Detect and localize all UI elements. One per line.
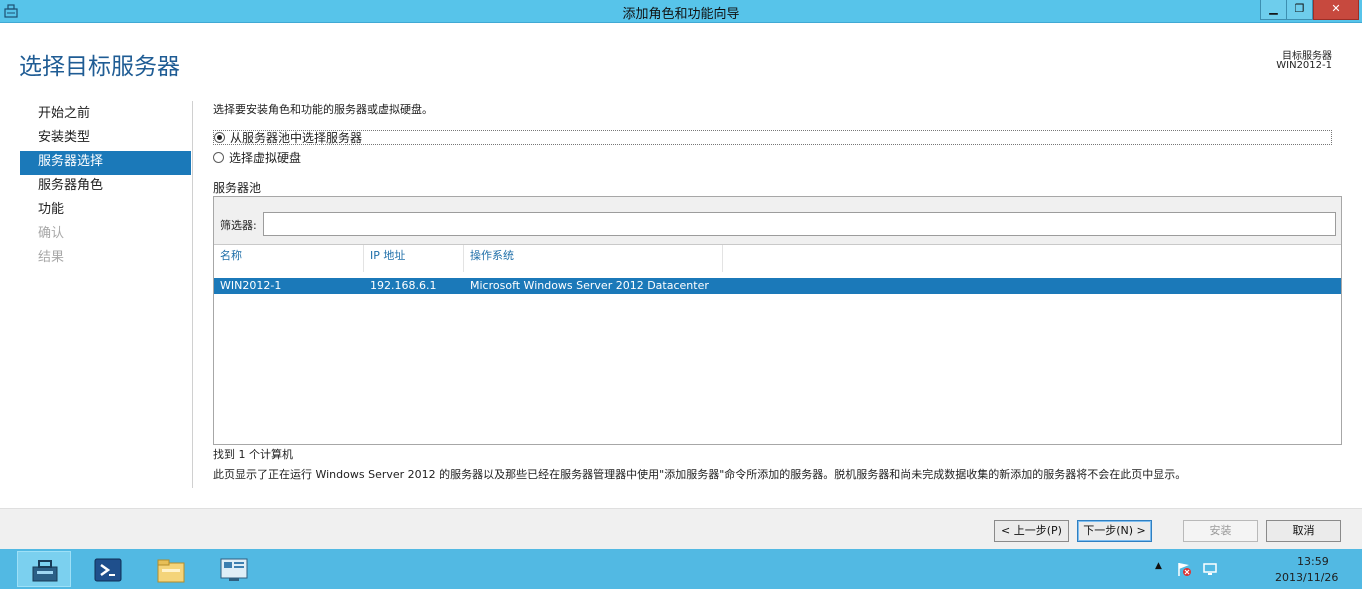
previous-button[interactable]: < 上一步(P) (994, 520, 1069, 542)
nav-divider (192, 101, 193, 488)
taskbar-server-manager[interactable] (17, 551, 71, 587)
nav-item-server-selection[interactable]: 服务器选择 (20, 151, 191, 175)
cancel-button[interactable]: 取消 (1266, 520, 1341, 542)
window-title: 添加角色和功能向导 (622, 7, 740, 22)
radio-button[interactable] (213, 152, 224, 163)
nav-item-confirmation: 确认 (38, 226, 65, 241)
install-button: 安装 (1183, 520, 1258, 542)
clock-date[interactable]: 2013/11/26 (1275, 571, 1338, 584)
taskbar-file-explorer[interactable] (143, 551, 197, 587)
control-panel-icon (220, 558, 248, 581)
minimize-button[interactable]: ▁ (1260, 0, 1287, 20)
page-title: 选择目标服务器 (19, 54, 180, 80)
option-label: 选择虚拟硬盘 (229, 151, 302, 165)
filter-label: 筛选器: (220, 219, 257, 232)
option-label: 从服务器池中选择服务器 (230, 131, 363, 145)
powershell-icon (94, 558, 122, 582)
column-header-ip[interactable]: IP 地址 (364, 245, 464, 272)
window-titlebar: 添加角色和功能向导 ▁ ❐ ✕ (0, 0, 1362, 23)
taskbar-powershell[interactable] (80, 551, 134, 587)
nav-item-server-roles[interactable]: 服务器角色 (20, 175, 191, 199)
close-button[interactable]: ✕ (1313, 0, 1359, 20)
wizard-nav: 开始之前 安装类型 服务器选择 服务器角色 功能 确认 结果 (20, 103, 191, 271)
radio-button-checked[interactable] (214, 132, 225, 143)
filter-input[interactable] (263, 212, 1336, 236)
table-row[interactable]: WIN2012-1 192.168.6.1 Microsoft Windows … (214, 278, 1341, 294)
cell-ip: 192.168.6.1 (370, 279, 437, 292)
column-header-name[interactable]: 名称 (214, 245, 364, 272)
tray-chevron-icon[interactable]: ▲ (1155, 561, 1162, 589)
found-count: 找到 1 个计算机 (213, 448, 293, 461)
destination-server-value: WIN2012-1 (1276, 60, 1332, 71)
network-icon[interactable] (1202, 561, 1218, 577)
clock-time[interactable]: 13:59 (1297, 555, 1329, 568)
next-button[interactable]: 下一步(N) > (1077, 520, 1152, 542)
option-select-vhd[interactable]: 选择虚拟硬盘 (213, 150, 301, 165)
wizard-footer: < 上一步(P) 下一步(N) > 安装 取消 (0, 508, 1362, 549)
column-header-os[interactable]: 操作系统 (464, 245, 723, 272)
cell-name: WIN2012-1 (220, 279, 282, 292)
nav-item-results: 结果 (38, 250, 65, 265)
taskbar-control-panel[interactable] (206, 551, 260, 587)
server-pool-panel: 筛选器: 名称 IP 地址 操作系统 WIN2012-1 192.168.6.1… (213, 196, 1342, 445)
action-center-flag-icon[interactable] (1176, 561, 1192, 577)
instruction-text: 选择要安装角色和功能的服务器或虚拟硬盘。 (213, 103, 433, 116)
file-explorer-icon (157, 559, 185, 583)
option-select-from-pool[interactable]: 从服务器池中选择服务器 (213, 130, 1332, 145)
cell-os: Microsoft Windows Server 2012 Datacenter (470, 279, 709, 292)
server-pool-title: 服务器池 (213, 181, 262, 195)
filter-area: 筛选器: (214, 197, 1341, 245)
maximize-button[interactable]: ❐ (1286, 0, 1313, 20)
server-manager-icon (32, 560, 58, 582)
info-note: 此页显示了正在运行 Windows Server 2012 的服务器以及那些已经… (213, 468, 1187, 481)
nav-item-before-you-begin[interactable]: 开始之前 (20, 103, 191, 127)
nav-item-installation-type[interactable]: 安装类型 (20, 127, 191, 151)
nav-item-features[interactable]: 功能 (20, 199, 191, 223)
